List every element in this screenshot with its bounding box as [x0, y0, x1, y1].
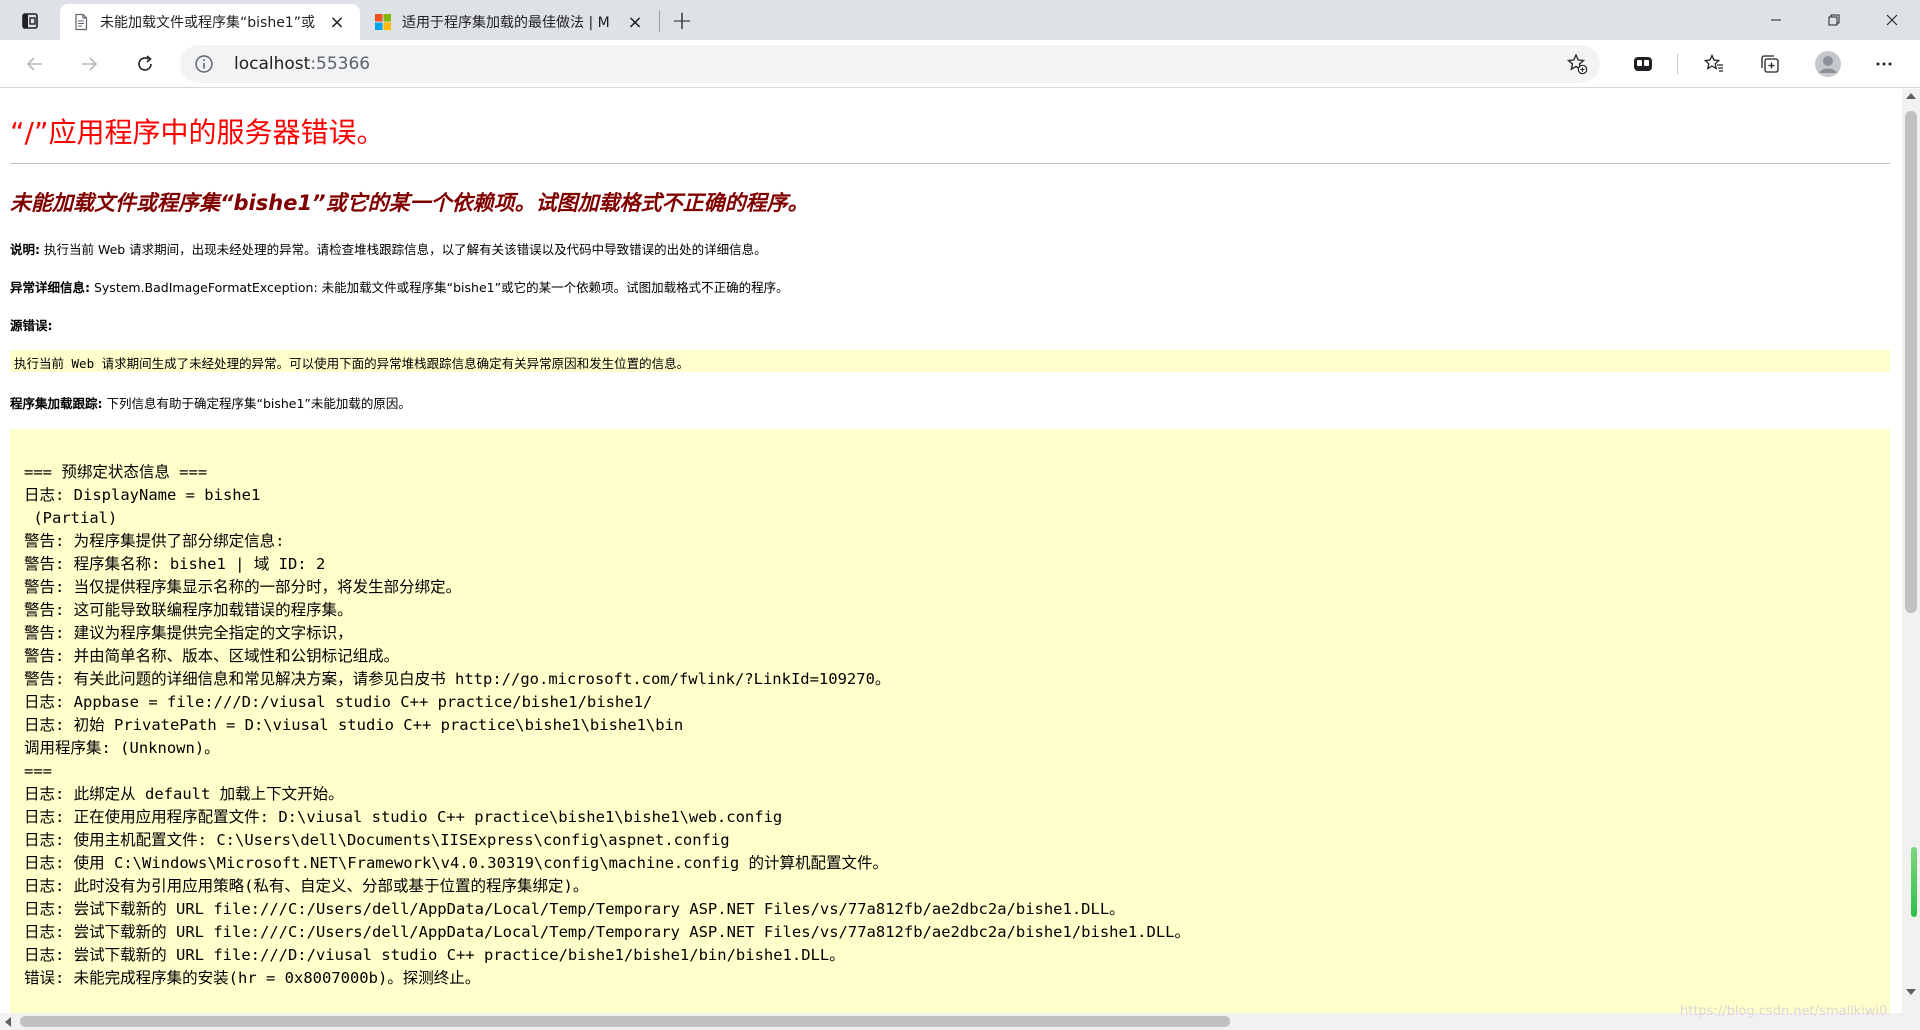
- watermark-text: https://blog.csdn.net/smallkiwi0: [1680, 1004, 1888, 1019]
- description-text: 执行当前 Web 请求期间，出现未经处理的异常。请检查堆栈跟踪信息，以了解有关该…: [40, 242, 767, 257]
- extension-icon: [1634, 57, 1652, 71]
- trace-line: 日志: 尝试下载新的 URL file:///C:/Users/dell/App…: [24, 923, 1190, 941]
- refresh-button[interactable]: [128, 47, 162, 81]
- trace-line: 日志: 使用 C:\Windows\Microsoft.NET\Framewor…: [24, 854, 889, 872]
- assembly-trace-box: === 预绑定状态信息 === 日志: DisplayName = bishe1…: [10, 429, 1890, 1013]
- trace-line: 警告: 程序集名称: bishe1 | 域 ID: 2: [24, 555, 326, 573]
- trace-line: 日志: 尝试下载新的 URL file:///D:/viusal studio …: [24, 946, 845, 964]
- tab-close-button[interactable]: ×: [624, 11, 646, 33]
- favorites-button[interactable]: [1698, 49, 1730, 79]
- tab-close-button[interactable]: ×: [326, 11, 348, 33]
- browser-toolbar: localhost:55366: [0, 40, 1920, 88]
- trace-line: 警告: 当仅提供程序集显示名称的一部分时，将发生部分绑定。: [24, 578, 462, 596]
- trace-line: 日志: 正在使用应用程序配置文件: D:\viusal studio C++ p…: [24, 808, 783, 826]
- trace-line: 日志: 尝试下载新的 URL file:///C:/Users/dell/App…: [24, 900, 1125, 918]
- trace-line: 日志: DisplayName = bishe1: [24, 486, 261, 504]
- horizontal-scrollbar[interactable]: [0, 1013, 1902, 1030]
- trace-line: 警告: 有关此问题的详细信息和常见解决方案，请参见白皮书 http://go.m…: [24, 670, 891, 688]
- trace-line: 日志: 此时没有为引用应用策略(私有、自定义、分部或基于位置的程序集绑定)。: [24, 877, 589, 895]
- close-icon: [1886, 14, 1898, 26]
- new-tab-button[interactable]: +: [666, 6, 698, 36]
- assembly-trace-paragraph: 程序集加载跟踪: 下列信息有助于确定程序集“bishe1”未能加载的原因。: [10, 393, 411, 412]
- trace-line: 警告: 并由简单名称、版本、区域性和公钥标记组成。: [24, 647, 400, 665]
- description-label: 说明:: [10, 242, 40, 257]
- source-error-paragraph: 源错误:: [10, 315, 53, 334]
- trace-line: 日志: Appbase = file:///D:/viusal studio C…: [24, 693, 653, 711]
- vertical-scroll-thumb[interactable]: [1905, 111, 1917, 613]
- arrow-left-icon: [26, 57, 42, 71]
- trace-line: 调用程序集: (Unknown)。: [24, 739, 220, 757]
- tab-title: 适用于程序集加载的最佳做法 | M: [402, 15, 610, 31]
- microsoft-logo-icon: [375, 14, 391, 30]
- vertical-scrollbar[interactable]: [1902, 89, 1920, 1013]
- title-divider: [10, 163, 1890, 164]
- trace-line: === 预绑定状态信息 ===: [24, 463, 208, 481]
- source-error-label: 源错误:: [10, 318, 53, 333]
- refresh-icon: [138, 55, 152, 71]
- scroll-left-arrow-icon[interactable]: [5, 1017, 11, 1027]
- tab-separator: [659, 10, 660, 32]
- tab-best-practices[interactable]: 适用于程序集加载的最佳做法 | M ×: [362, 4, 658, 40]
- tab-error-page[interactable]: 未能加载文件或程序集“bishe1”或 ×: [60, 4, 360, 40]
- more-dots-icon: [1876, 62, 1892, 66]
- address-bar[interactable]: localhost:55366: [180, 45, 1600, 83]
- url-host: localhost: [234, 54, 311, 74]
- forward-button[interactable]: [72, 47, 106, 81]
- add-favorite-button[interactable]: [1564, 52, 1590, 76]
- trace-line: 错误: 未能完成程序集的安装(hr = 0x8007000b)。探测终止。: [24, 969, 481, 987]
- page-title: “/”应用程序中的服务器错误。: [10, 116, 385, 149]
- restore-icon: [1828, 14, 1840, 26]
- star-add-icon: [1566, 53, 1588, 75]
- trace-line: ===: [24, 762, 52, 780]
- arrow-right-icon: [82, 57, 98, 71]
- window-minimize-button[interactable]: [1748, 0, 1804, 40]
- assembly-trace-label: 程序集加载跟踪:: [10, 396, 103, 411]
- info-icon[interactable]: [194, 54, 214, 74]
- tab-strip: 未能加载文件或程序集“bishe1”或 × 适用于程序集加载的最佳做法 | M …: [0, 0, 1920, 40]
- exception-details-label: 异常详细信息:: [10, 280, 90, 295]
- scroll-indicator: [1911, 847, 1917, 917]
- avatar-icon: [1815, 51, 1841, 77]
- tab-title: 未能加载文件或程序集“bishe1”或: [100, 15, 315, 31]
- profile-button[interactable]: [1812, 49, 1844, 79]
- favorites-icon: [1703, 53, 1723, 72]
- horizontal-scroll-thumb[interactable]: [20, 1016, 1230, 1027]
- trace-line: 日志: 初始 PrivatePath = D:\viusal studio C+…: [24, 716, 684, 734]
- collections-icon: [1761, 55, 1779, 73]
- minimize-icon: [1771, 19, 1781, 21]
- trace-line: 日志: 此绑定从 default 加载上下文开始。: [24, 785, 344, 803]
- document-icon: [75, 13, 88, 31]
- trace-line: 警告: 建议为程序集提供完全指定的文字标识，: [24, 624, 353, 642]
- page-viewport: “/”应用程序中的服务器错误。 未能加载文件或程序集“bishe1”或它的某一个…: [0, 89, 1902, 1013]
- tab-actions-icon: [22, 13, 38, 29]
- trace-line: 日志: 使用主机配置文件: C:\Users\dell\Documents\II…: [24, 831, 730, 849]
- window-restore-button[interactable]: [1806, 0, 1862, 40]
- exception-details-text: System.BadImageFormatException: 未能加载文件或程…: [90, 280, 789, 295]
- scrollbar-corner: [1902, 1013, 1920, 1030]
- trace-line: 警告: 这可能导致联编程序加载错误的程序集。: [24, 601, 353, 619]
- assembly-trace-text: 下列信息有助于确定程序集“bishe1”未能加载的原因。: [102, 396, 411, 411]
- toolbar-separator: [1677, 54, 1678, 74]
- window-close-button[interactable]: [1864, 0, 1920, 40]
- extension-button[interactable]: [1627, 49, 1659, 79]
- error-heading: 未能加载文件或程序集“bishe1”或它的某一个依赖项。试图加载格式不正确的程序…: [10, 191, 809, 215]
- settings-more-button[interactable]: [1868, 49, 1900, 79]
- back-button[interactable]: [18, 47, 52, 81]
- trace-line: 警告: 为程序集提供了部分绑定信息:: [24, 532, 285, 550]
- tab-actions-button[interactable]: [14, 8, 46, 34]
- scroll-down-arrow-icon[interactable]: [1906, 989, 1916, 995]
- url-text: localhost:55366: [234, 54, 370, 74]
- collections-button[interactable]: [1754, 49, 1786, 79]
- description-paragraph: 说明: 执行当前 Web 请求期间，出现未经处理的异常。请检查堆栈跟踪信息，以了…: [10, 239, 767, 258]
- source-error-box: 执行当前 Web 请求期间生成了未经处理的异常。可以使用下面的异常堆栈跟踪信息确…: [10, 350, 1890, 372]
- scroll-up-arrow-icon[interactable]: [1906, 93, 1916, 99]
- trace-line: (Partial): [24, 509, 118, 527]
- url-port: :55366: [310, 54, 371, 74]
- exception-details-paragraph: 异常详细信息: System.BadImageFormatException: …: [10, 277, 789, 296]
